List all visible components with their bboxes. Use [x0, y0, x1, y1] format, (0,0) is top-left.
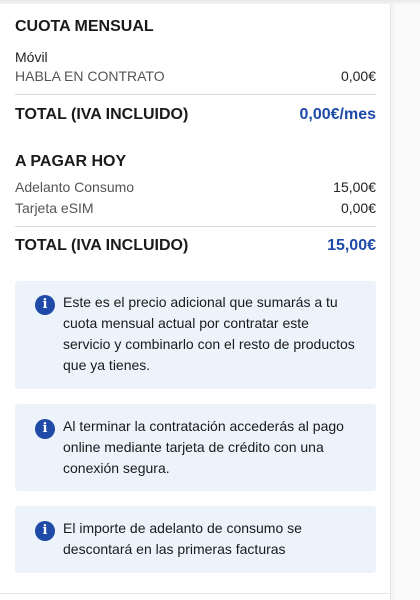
cuota-mensual-subheading: Móvil: [15, 49, 48, 65]
info-icon: i: [35, 295, 55, 315]
bottom-divider: [0, 593, 391, 594]
a-pagar-hoy-title: A PAGAR HOY: [15, 153, 127, 170]
pagar-row-label: Adelanto Consumo: [15, 179, 135, 195]
pagar-total-value: 15,00€: [327, 237, 376, 254]
pagar-row: Tarjeta eSIM 0,00€: [15, 200, 376, 216]
cuota-total-label: TOTAL (IVA INCLUIDO): [15, 106, 189, 123]
order-summary-panel: CUOTA MENSUAL Móvil HABLA EN CONTRATO 0,…: [0, 4, 391, 600]
cuota-mensual-title: CUOTA MENSUAL: [15, 18, 154, 35]
pagar-total-row: TOTAL (IVA INCLUIDO) 15,00€: [15, 237, 376, 255]
info-icon: i: [35, 521, 55, 541]
info-text: El importe de adelanto de consumo se des…: [63, 520, 302, 557]
info-box: i Este es el precio adicional que sumará…: [15, 281, 376, 389]
cuota-row: HABLA EN CONTRATO 0,00€: [15, 68, 376, 84]
cuota-total-row: TOTAL (IVA INCLUIDO) 0,00€/mes: [15, 106, 376, 124]
pagar-row: Adelanto Consumo 15,00€: [15, 179, 376, 195]
pagar-row-value: 0,00€: [340, 200, 376, 216]
cuota-row-value: 0,00€: [340, 68, 376, 84]
cuota-total-value: 0,00€/mes: [299, 106, 376, 123]
info-box: i El importe de adelanto de consumo se d…: [15, 506, 376, 573]
info-text: Al terminar la contratación accederás al…: [63, 418, 344, 476]
divider: [15, 94, 376, 95]
right-gutter: [392, 4, 420, 600]
cuota-row-label: HABLA EN CONTRATO: [15, 68, 165, 84]
info-box: i Al terminar la contratación accederás …: [15, 404, 376, 491]
info-icon: i: [35, 419, 55, 439]
pagar-row-label: Tarjeta eSIM: [15, 200, 94, 216]
pagar-row-value: 15,00€: [333, 179, 376, 195]
info-text: Este es el precio adicional que sumarás …: [63, 294, 355, 373]
divider: [15, 226, 376, 227]
pagar-total-label: TOTAL (IVA INCLUIDO): [15, 237, 189, 254]
